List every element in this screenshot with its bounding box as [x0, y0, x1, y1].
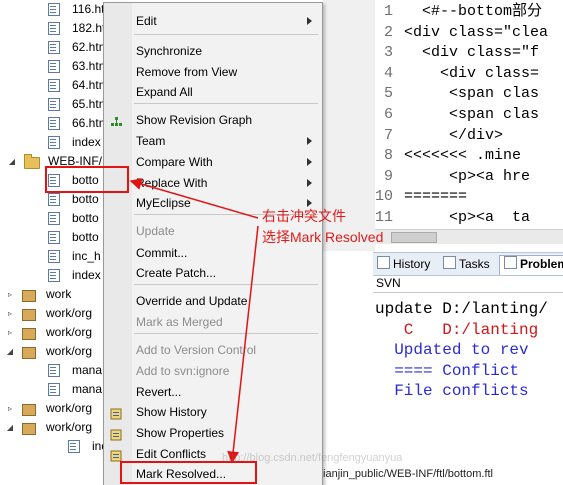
- annotation-text-1: 右击冲突文件: [262, 208, 346, 224]
- arrow-to-conflict-file: [129, 178, 259, 219]
- screenshot-stage: 116.ht 182.ht 62.htm 63.htm 64.htm 65.htm 66.h…: [0, 0, 563, 485]
- arrow-to-mark-resolved: [227, 225, 259, 464]
- watermark: http://blog.csdn.net/fengfengyuanyua: [222, 452, 403, 464]
- annotation-text-2: 选择Mark Resolved: [262, 229, 384, 245]
